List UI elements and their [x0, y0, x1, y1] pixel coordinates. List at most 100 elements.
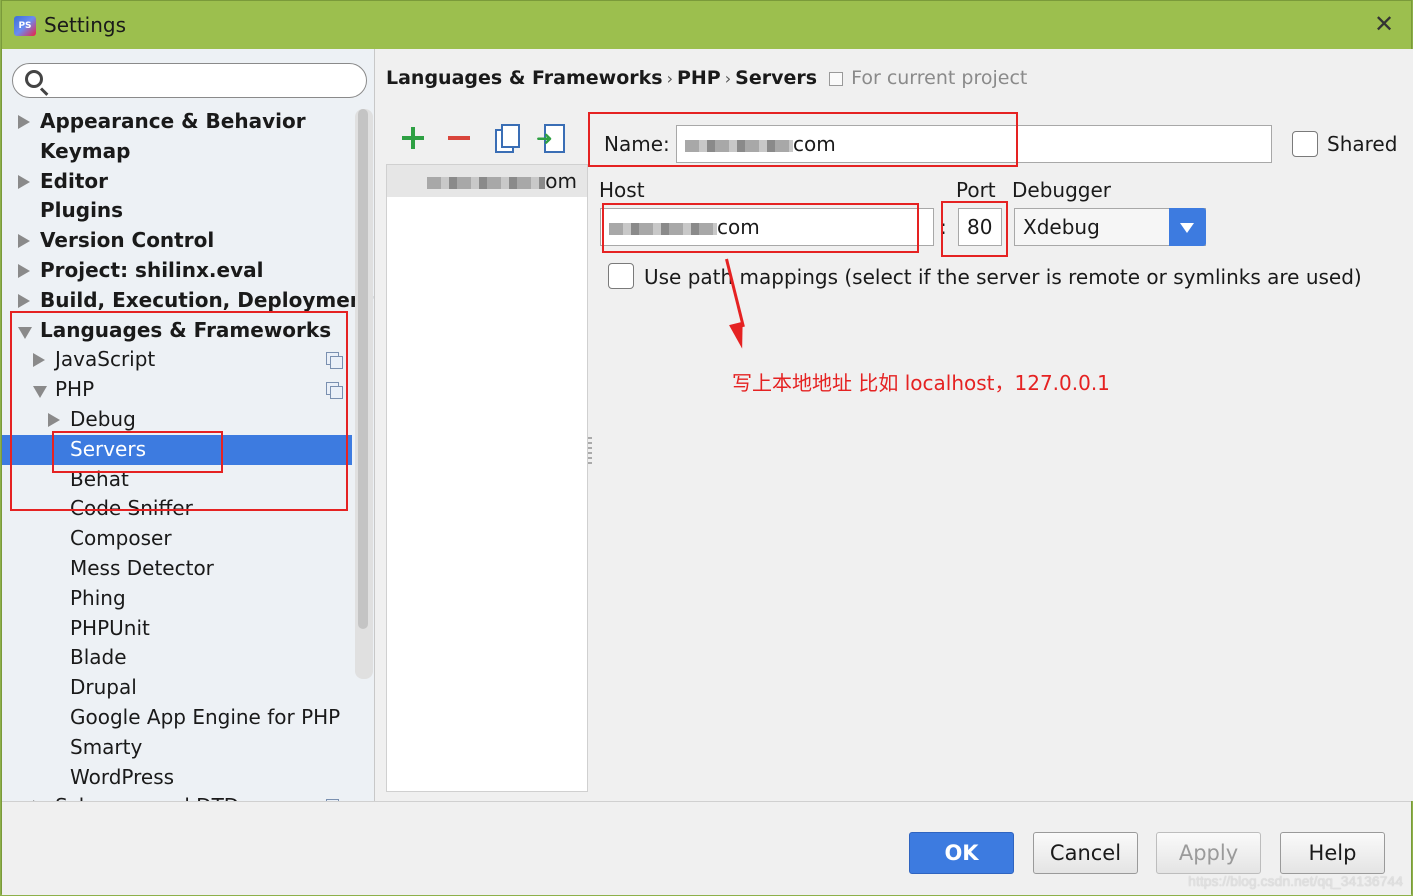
- tree-item[interactable]: Code Sniffer: [2, 494, 352, 524]
- import-server-button[interactable]: [536, 123, 566, 153]
- tree-item-label: Drupal: [70, 675, 137, 700]
- tree-item-label: Phing: [70, 585, 126, 610]
- port-label: Port: [956, 178, 996, 202]
- server-toolbar: [394, 123, 574, 153]
- splitter-handle[interactable]: [588, 437, 592, 465]
- tree-item-label: Google App Engine for PHP: [70, 704, 341, 729]
- tree-item[interactable]: Project: shilinx.eval: [2, 256, 352, 286]
- search-input[interactable]: [53, 68, 353, 93]
- chevron-down-icon[interactable]: [1169, 208, 1206, 246]
- collapse-arrow-icon[interactable]: [33, 386, 47, 399]
- tree-item[interactable]: Build, Execution, Deployment: [2, 286, 374, 316]
- tree-item[interactable]: Drupal: [2, 673, 352, 703]
- add-server-button[interactable]: [398, 123, 428, 153]
- tree-item-label: Blade: [70, 645, 127, 670]
- breadcrumb-item: Languages & Frameworks: [386, 67, 663, 89]
- project-scope-icon: [326, 382, 343, 400]
- tree-item-label: PHP: [55, 377, 95, 402]
- tree-item-label: Plugins: [40, 198, 124, 223]
- tree-item-label: Code Sniffer: [70, 496, 193, 521]
- shared-checkbox[interactable]: [1292, 131, 1318, 157]
- tree-item-label: JavaScript: [55, 347, 156, 372]
- close-icon[interactable]: ✕: [1371, 11, 1397, 37]
- expand-arrow-icon[interactable]: [18, 293, 30, 308]
- tree-item[interactable]: WordPress: [2, 763, 352, 793]
- watermark: https://blog.csdn.net/qq_34136744: [1188, 873, 1403, 889]
- project-scope-note: For current project: [851, 67, 1028, 89]
- tree-item[interactable]: Mess Detector: [2, 554, 352, 584]
- tree-item-label: WordPress: [70, 764, 175, 789]
- scrollbar-thumb[interactable]: [358, 109, 368, 629]
- path-mappings-label: Use path mappings (select if the server …: [644, 265, 1362, 289]
- expand-arrow-icon[interactable]: [18, 115, 30, 129]
- tree-item-label: Composer: [70, 526, 172, 551]
- tree-item[interactable]: Appearance & Behavior: [2, 107, 352, 137]
- debugger-label: Debugger: [1012, 178, 1111, 202]
- tree-item[interactable]: Plugins: [2, 196, 352, 226]
- settings-window: PS Settings ✕ Appearance & Behavior Keyma…: [1, 0, 1413, 895]
- tree-item-label: Servers: [70, 436, 147, 461]
- project-scope-icon: [326, 352, 343, 370]
- expand-arrow-icon[interactable]: [33, 353, 45, 368]
- tree-item-label: Version Control: [40, 228, 215, 253]
- tree-item[interactable]: Debug: [2, 405, 352, 435]
- tree-item[interactable]: Version Control: [2, 226, 352, 256]
- tree-item-label: Schemas and DTDs: [55, 792, 250, 801]
- expand-arrow-icon[interactable]: [18, 263, 30, 278]
- breadcrumb-item: PHP: [676, 67, 721, 89]
- tree-item[interactable]: Smarty: [2, 733, 352, 763]
- project-scope-icon: [829, 71, 844, 86]
- dialog-button-bar: OK Cancel Apply Help https://blog.csdn.n…: [2, 801, 1411, 895]
- tree-item[interactable]: Keymap: [2, 137, 352, 167]
- tree-item[interactable]: JavaScript: [2, 345, 352, 375]
- title-bar: PS Settings ✕: [2, 1, 1411, 49]
- server-list: om: [386, 164, 588, 792]
- expand-arrow-icon[interactable]: [18, 174, 30, 189]
- apply-button[interactable]: Apply: [1156, 832, 1261, 874]
- tree-item[interactable]: Servers: [2, 434, 352, 465]
- expand-arrow-icon[interactable]: [48, 412, 60, 427]
- window-title: Settings: [44, 13, 127, 37]
- server-list-item[interactable]: om: [387, 165, 587, 197]
- name-value: com: [793, 132, 836, 156]
- tree-item-label: Languages & Frameworks: [40, 317, 332, 342]
- tree-item-label: Smarty: [70, 734, 143, 759]
- tree-item[interactable]: PHPUnit: [2, 614, 352, 644]
- tree-item-label: Appearance & Behavior: [40, 109, 306, 133]
- phpstorm-app-icon: PS: [14, 16, 36, 36]
- tree-item-label: Keymap: [40, 138, 131, 163]
- tree-item[interactable]: Composer: [2, 524, 352, 554]
- tree-item[interactable]: Editor: [2, 167, 352, 197]
- tree-item-label: PHPUnit: [70, 615, 150, 640]
- tree-item[interactable]: PHP: [2, 375, 352, 405]
- tree-item-label: Debug: [70, 406, 136, 431]
- ok-button[interactable]: OK: [909, 832, 1014, 874]
- debugger-select[interactable]: Xdebug: [1014, 208, 1206, 246]
- remove-server-button[interactable]: [444, 123, 474, 153]
- tree-item[interactable]: Blade: [2, 643, 352, 673]
- tree-item[interactable]: Languages & Frameworks: [2, 316, 352, 346]
- tree-item[interactable]: Google App Engine for PHP: [2, 703, 352, 733]
- host-value: com: [717, 215, 760, 239]
- sidebar-scrollbar[interactable]: [355, 109, 373, 679]
- server-list-item-label: om: [545, 169, 577, 193]
- tree-item[interactable]: Schemas and DTDs: [2, 792, 352, 801]
- search-box[interactable]: [12, 63, 367, 98]
- port-value: 80: [967, 215, 993, 239]
- collapse-arrow-icon[interactable]: [18, 326, 32, 339]
- help-button[interactable]: Help: [1280, 832, 1385, 874]
- tree-item-label: Mess Detector: [70, 555, 214, 580]
- cancel-button[interactable]: Cancel: [1033, 832, 1138, 874]
- debugger-value: Xdebug: [1023, 215, 1100, 239]
- port-field[interactable]: 80: [958, 208, 1002, 246]
- tree-item[interactable]: Behat: [2, 465, 352, 495]
- host-field[interactable]: com: [600, 208, 934, 246]
- redacted-text: [685, 139, 793, 152]
- settings-sidebar: Appearance & Behavior Keymap Editor Plugins…: [2, 49, 375, 801]
- expand-arrow-icon[interactable]: [18, 234, 30, 249]
- tree-item[interactable]: Phing: [2, 584, 352, 614]
- copy-server-button[interactable]: [490, 123, 520, 153]
- tree-item-label: Build, Execution, Deployment: [40, 287, 374, 312]
- name-field[interactable]: com: [676, 125, 1272, 163]
- path-mappings-checkbox[interactable]: [608, 263, 634, 289]
